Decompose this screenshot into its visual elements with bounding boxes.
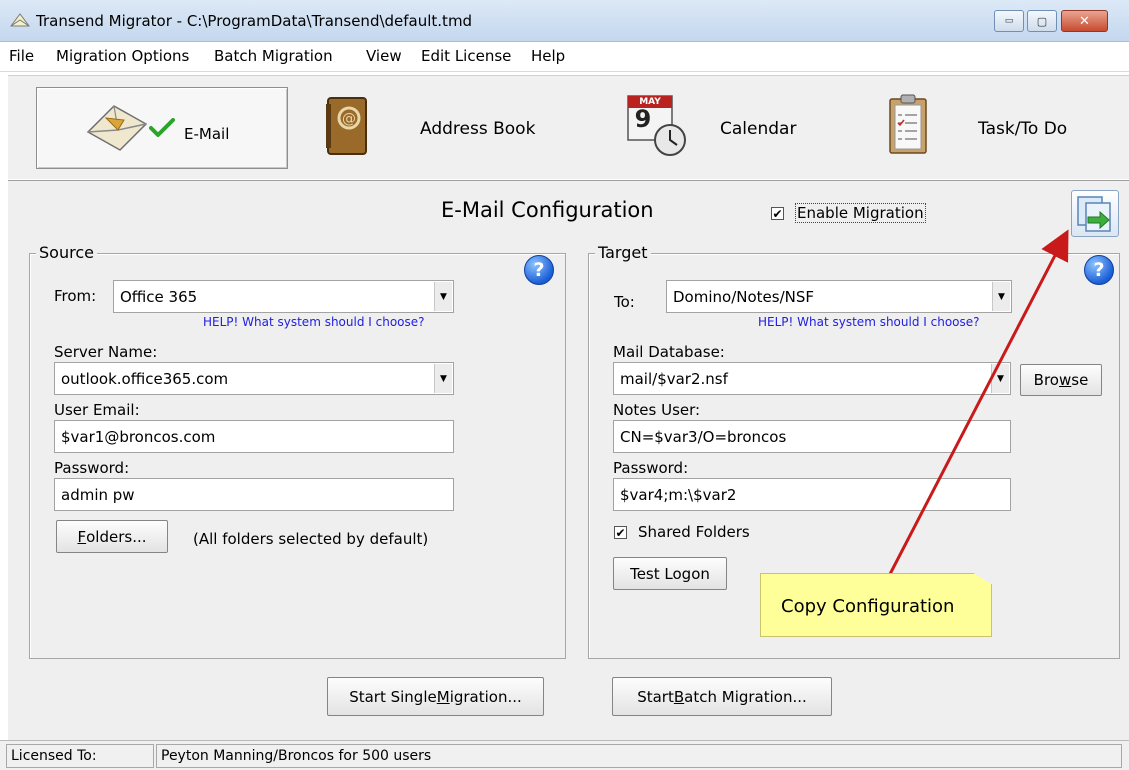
annotation-arrow bbox=[887, 229, 1069, 577]
licensed-to-label: Licensed To: bbox=[6, 744, 154, 768]
callout-text: Copy Configuration bbox=[781, 596, 955, 617]
licensed-to-text: Licensed To: bbox=[11, 748, 97, 764]
licensed-to-value-text: Peyton Manning/Broncos for 500 users bbox=[161, 748, 432, 764]
licensed-to-value: Peyton Manning/Broncos for 500 users bbox=[156, 744, 1122, 768]
